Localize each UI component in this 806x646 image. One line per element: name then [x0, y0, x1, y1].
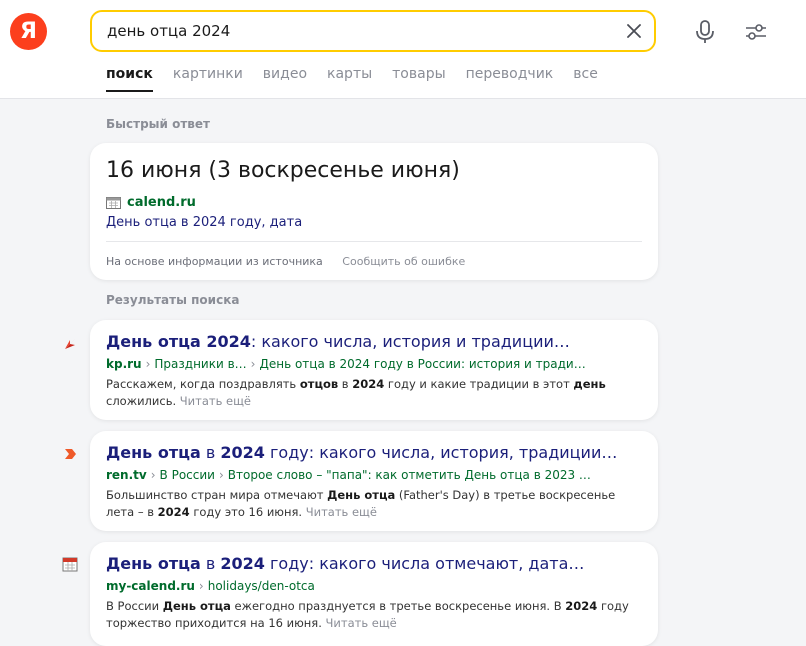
clear-icon[interactable] — [626, 23, 642, 39]
ren-tv-icon — [65, 449, 76, 459]
highlighted-term: 2024 — [565, 599, 598, 613]
text-run: В России — [106, 599, 163, 613]
tab-products[interactable]: товары — [392, 66, 446, 92]
quick-answer-source[interactable]: calend.ru — [106, 195, 196, 210]
search-tabs: поиск картинки видео карты товары перево… — [106, 66, 618, 92]
result-snippet: Большинство стран мира отмечают День отц… — [106, 487, 646, 521]
text-run: Расскажем, когда поздравлять — [106, 377, 300, 391]
search-input[interactable] — [107, 12, 607, 50]
settings-filter-icon[interactable] — [744, 22, 768, 42]
result-path: kp.ru › Праздники в… › День отца в 2024 году… — [106, 357, 646, 371]
tab-video[interactable]: видео — [263, 66, 307, 92]
result-title[interactable]: День отца в 2024 году: какого числа отме… — [106, 554, 646, 573]
result-snippet: В России День отца ежегодно празднуется … — [106, 598, 646, 632]
highlighted-term: День отца — [327, 488, 396, 502]
quick-answer-footer: На основе информации из источника Сообщи… — [106, 255, 481, 268]
breadcrumb-separator: › — [250, 357, 256, 371]
tab-maps[interactable]: карты — [327, 66, 372, 92]
tab-images[interactable]: картинки — [173, 66, 243, 92]
read-more-link[interactable]: Читать ещё — [326, 616, 397, 630]
highlighted-term: отцов — [299, 377, 339, 391]
result-domain[interactable]: kp.ru — [106, 357, 142, 371]
highlighted-term: День отца — [106, 554, 201, 573]
header: Я поиск картинки видео карты товары пере… — [0, 0, 806, 99]
quick-answer-heading: Быстрый ответ — [106, 117, 210, 131]
yandex-logo[interactable]: Я — [10, 13, 47, 50]
result-domain[interactable]: ren.tv — [106, 468, 147, 482]
text-run: в — [200, 554, 221, 573]
result-path: my-calend.ru › holidays/den-otca — [106, 579, 646, 593]
result-breadcrumb[interactable]: Второе слово – "папа": как отметить День… — [228, 468, 591, 482]
read-more-link[interactable]: Читать ещё — [180, 394, 251, 408]
microphone-icon[interactable] — [694, 20, 716, 44]
highlighted-term: День отца — [106, 443, 201, 462]
quick-answer-card: 16 июня (3 воскресенье июня) calend.ru Д… — [90, 143, 658, 280]
highlighted-term: 2024 — [220, 443, 265, 462]
text-run: году и какие традиции в этот — [384, 377, 574, 391]
text-run: : какого числа, история и традиции… — [250, 332, 570, 351]
result-breadcrumb[interactable]: Праздники в… — [154, 357, 246, 371]
breadcrumb-separator: › — [218, 468, 224, 482]
source-info-text: На основе информации из источника — [106, 255, 323, 268]
breadcrumb-separator: › — [198, 579, 204, 593]
highlighted-term: 2024 — [220, 554, 265, 573]
breadcrumb-separator: › — [145, 357, 151, 371]
text-run: году это 16 июня. — [189, 505, 306, 519]
search-result[interactable]: День отца в 2024 году: какого числа отме… — [90, 542, 658, 646]
quick-answer-link[interactable]: День отца в 2024 году, дата — [106, 215, 302, 230]
search-result[interactable]: День отца в 2024 году: какого числа, ист… — [90, 431, 658, 531]
result-path: ren.tv › В России › Второе слово – "папа": к… — [106, 468, 646, 482]
quick-answer-title: 16 июня (3 воскресенье июня) — [106, 158, 460, 183]
highlighted-term: день — [573, 377, 606, 391]
result-title[interactable]: День отца 2024: какого числа, история и … — [106, 332, 646, 351]
result-title[interactable]: День отца в 2024 году: какого числа, ист… — [106, 443, 646, 462]
result-breadcrumb[interactable]: holidays/den-otca — [208, 579, 315, 593]
read-more-link[interactable]: Читать ещё — [306, 505, 377, 519]
breadcrumb-separator: › — [150, 468, 156, 482]
text-run: сложились. — [106, 394, 180, 408]
results-heading: Результаты поиска — [106, 293, 240, 307]
result-breadcrumb[interactable]: В России — [160, 468, 215, 482]
report-error-link[interactable]: Сообщить об ошибке — [342, 255, 465, 268]
search-box — [90, 10, 656, 52]
quick-answer-site[interactable]: calend.ru — [127, 195, 196, 210]
highlighted-term: 2024 — [157, 505, 190, 519]
result-snippet: Расскажем, когда поздравлять отцов в 202… — [106, 376, 646, 410]
tab-all[interactable]: все — [573, 66, 598, 92]
text-run: в — [200, 443, 221, 462]
highlighted-term: День отца 2024 — [106, 332, 251, 351]
calendar-icon — [62, 557, 78, 572]
kp-icon — [65, 339, 75, 349]
text-run: году: какого числа, история, традиции… — [264, 443, 618, 462]
text-run: году: какого числа отмечают, дата… — [264, 554, 585, 573]
text-run: Большинство стран мира отмечают — [106, 488, 328, 502]
result-domain[interactable]: my-calend.ru — [106, 579, 195, 593]
text-run: в — [338, 377, 353, 391]
tab-search[interactable]: поиск — [106, 66, 153, 92]
divider — [106, 241, 642, 242]
tab-translator[interactable]: переводчик — [466, 66, 554, 92]
highlighted-term: 2024 — [352, 377, 385, 391]
highlighted-term: День отца — [162, 599, 231, 613]
calendar-icon — [106, 197, 121, 209]
text-run: ежегодно празднуется в третье воскресень… — [230, 599, 566, 613]
result-breadcrumb[interactable]: День отца в 2024 году в России: история … — [259, 357, 585, 371]
search-result[interactable]: День отца 2024: какого числа, история и … — [90, 320, 658, 420]
